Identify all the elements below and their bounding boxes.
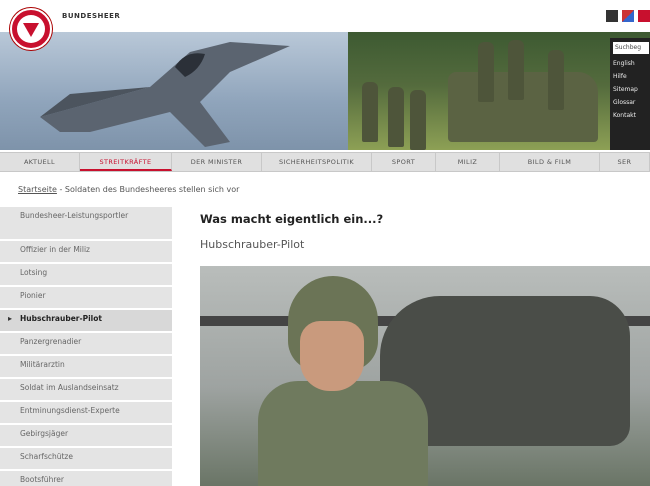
link-english[interactable]: English <box>613 60 647 67</box>
sidebar-item-scharfschuetze[interactable]: Scharfschütze <box>0 448 172 471</box>
page-title: Was macht eigentlich ein...? <box>200 212 384 226</box>
tab-sport[interactable]: SPORT <box>372 153 436 171</box>
header-bar: BUNDESHEER <box>0 0 650 50</box>
print-icon[interactable] <box>606 10 618 22</box>
main-navigation: AKTUELL STREITKRÄFTE DER MINISTER SICHER… <box>0 152 650 172</box>
share-icon[interactable] <box>622 10 634 22</box>
sidebar-item-offizier-miliz[interactable]: Offizier in der Miliz <box>0 241 172 264</box>
page-subtitle: Hubschrauber-Pilot <box>200 238 305 251</box>
soldier-figure <box>362 82 378 142</box>
breadcrumb-home-link[interactable]: Startseite <box>18 185 57 194</box>
link-kontakt[interactable]: Kontakt <box>613 112 647 119</box>
tab-streitkraefte[interactable]: STREITKRÄFTE <box>80 153 172 171</box>
search-input[interactable]: Suchbeg <box>613 42 649 54</box>
brand-name: BUNDESHEER <box>62 12 121 20</box>
soldier-figure <box>548 50 564 110</box>
tab-bild-film[interactable]: BILD & FILM <box>500 153 600 171</box>
soldier-figure <box>410 90 426 150</box>
banner-soldiers-image <box>348 32 650 150</box>
breadcrumb-separator: - <box>56 185 65 194</box>
tab-service[interactable]: SER <box>600 153 650 171</box>
sidebar-navigation: Bundesheer-Leistungsportler Offizier in … <box>0 207 176 486</box>
link-glossar[interactable]: Glossar <box>613 99 647 106</box>
banner-jet-image <box>0 32 348 150</box>
quick-links-panel: Suchbeg English Hilfe Sitemap Glossar Ko… <box>610 38 650 150</box>
sidebar-item-auslandseinsatz[interactable]: Soldat im Auslandseinsatz <box>0 379 172 402</box>
bundesheer-logo[interactable] <box>10 8 52 50</box>
link-sitemap[interactable]: Sitemap <box>613 86 647 93</box>
tab-der-minister[interactable]: DER MINISTER <box>172 153 262 171</box>
breadcrumb-current: Soldaten des Bundesheeres stellen sich v… <box>64 185 240 194</box>
soldier-figure <box>388 87 404 147</box>
sidebar-item-pionier[interactable]: Pionier <box>0 287 172 310</box>
sidebar-item-bootsfuehrer[interactable]: Bootsführer <box>0 471 172 486</box>
pilot-body <box>258 381 428 486</box>
tab-miliz[interactable]: MILIZ <box>436 153 500 171</box>
link-hilfe[interactable]: Hilfe <box>613 73 647 80</box>
jet-illustration <box>40 42 290 147</box>
sidebar-item-entminungsdienst[interactable]: Entminungsdienst-Experte <box>0 402 172 425</box>
sidebar-item-gebirgsjaeger[interactable]: Gebirgsjäger <box>0 425 172 448</box>
tab-sicherheitspolitik[interactable]: SICHERHEITSPOLITIK <box>262 153 372 171</box>
sidebar-item-panzergrenadier[interactable]: Panzergrenadier <box>0 333 172 356</box>
sidebar-item-lotsing[interactable]: Lotsing <box>0 264 172 287</box>
tab-aktuell[interactable]: AKTUELL <box>0 153 80 171</box>
rss-icon[interactable] <box>638 10 650 22</box>
soldier-figure <box>508 40 524 100</box>
sidebar-item-leistungsportler[interactable]: Bundesheer-Leistungsportler <box>0 207 172 241</box>
pilot-helicopter-photo <box>200 266 650 486</box>
breadcrumb: Startseite - Soldaten des Bundesheeres s… <box>18 185 239 194</box>
sidebar-item-militaeraerztin[interactable]: Militärarztin <box>0 356 172 379</box>
pilot-face <box>300 321 364 391</box>
top-icons <box>606 10 650 22</box>
soldier-figure <box>478 42 494 102</box>
sidebar-item-hubschrauber-pilot[interactable]: Hubschrauber-Pilot <box>0 310 172 333</box>
